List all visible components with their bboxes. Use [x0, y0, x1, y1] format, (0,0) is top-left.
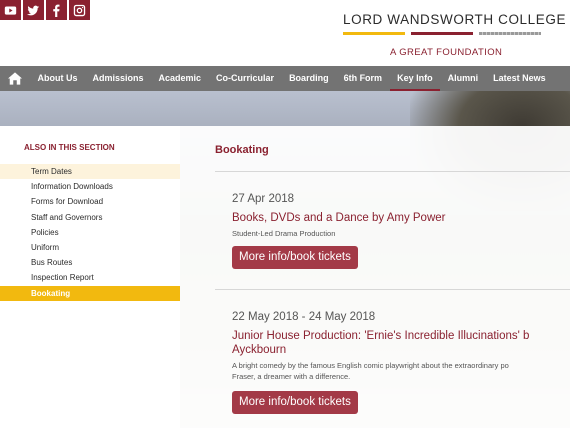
- event-divider: [215, 289, 570, 290]
- youtube-icon[interactable]: [0, 0, 21, 20]
- main-nav: About Us Admissions Academic Co-Curricul…: [0, 66, 570, 91]
- twitter-icon[interactable]: [23, 0, 44, 20]
- nav-item-boarding[interactable]: Boarding: [282, 66, 337, 91]
- sidebar-item-staff-and-governors[interactable]: Staff and Governors: [0, 209, 180, 225]
- sidebar-item-policies[interactable]: Policies: [0, 224, 180, 240]
- logo-bar-gold: [343, 32, 405, 35]
- logo-title: LORD WANDSWORTH COLLEGE: [343, 12, 567, 27]
- sidebar-item-forms-for-download[interactable]: Forms for Download: [0, 194, 180, 210]
- site-header: LORD WANDSWORTH COLLEGE A GREAT FOUNDATI…: [0, 0, 570, 66]
- college-logo[interactable]: LORD WANDSWORTH COLLEGE A GREAT FOUNDATI…: [343, 12, 567, 58]
- sidebar-item-inspection-report[interactable]: Inspection Report: [0, 270, 180, 286]
- event-date: 22 May 2018 - 24 May 2018: [232, 311, 376, 323]
- page-title: Bookating: [215, 144, 269, 156]
- logo-color-bars: [343, 32, 549, 35]
- event-date: 27 Apr 2018: [232, 193, 295, 205]
- event-description: A bright comedy by the famous English co…: [232, 361, 570, 382]
- event-title[interactable]: Junior House Production: 'Ernie's Incred…: [232, 329, 570, 357]
- nav-item-latest-news[interactable]: Latest News: [486, 66, 554, 91]
- logo-bar-maroon: [411, 32, 473, 35]
- event-description: Student-Led Drama Production: [232, 229, 336, 238]
- section-sidebar: ALSO IN THIS SECTION Term Dates Informat…: [0, 126, 180, 428]
- event-title-line2: Ayckbourn: [232, 344, 287, 356]
- nav-item-key-info[interactable]: Key Info: [389, 66, 441, 91]
- facebook-icon[interactable]: [46, 0, 67, 20]
- nav-item-admissions[interactable]: Admissions: [85, 66, 151, 91]
- event-card: 22 May 2018 - 24 May 2018 Junior House P…: [232, 311, 570, 414]
- logo-tagline: A GREAT FOUNDATION: [390, 47, 503, 58]
- sidebar-item-bus-routes[interactable]: Bus Routes: [0, 255, 180, 271]
- sidebar-item-uniform[interactable]: Uniform: [0, 239, 180, 256]
- nav-item-alumni[interactable]: Alumni: [440, 66, 486, 91]
- sidebar-item-bookating[interactable]: Bookating: [0, 285, 180, 301]
- event-description-line2: Fraser, a dreamer with a difference.: [232, 371, 351, 381]
- social-links: [0, 0, 90, 20]
- main-content: Bookating 27 Apr 2018 Books, DVDs and a …: [180, 126, 570, 428]
- more-info-button[interactable]: More info/book tickets: [232, 391, 358, 414]
- nav-item-about-us[interactable]: About Us: [30, 66, 85, 91]
- nav-item-6th-form[interactable]: 6th Form: [336, 66, 390, 91]
- event-card: 27 Apr 2018 Books, DVDs and a Dance by A…: [232, 193, 570, 269]
- home-icon[interactable]: [0, 66, 30, 91]
- instagram-icon[interactable]: [69, 0, 90, 20]
- event-title[interactable]: Books, DVDs and a Dance by Amy Power: [232, 211, 570, 225]
- event-title-line1: Junior House Production: 'Ernie's Incred…: [232, 330, 530, 342]
- sidebar-item-information-downloads[interactable]: Information Downloads: [0, 179, 180, 195]
- sidebar-item-term-dates[interactable]: Term Dates: [0, 164, 180, 180]
- sidebar-list: Term Dates Information Downloads Forms f…: [0, 164, 180, 301]
- logo-bar-grey: [479, 32, 541, 35]
- event-description-line1: A bright comedy by the famous English co…: [232, 361, 509, 370]
- title-divider: [215, 171, 570, 172]
- more-info-button[interactable]: More info/book tickets: [232, 245, 358, 269]
- nav-item-co-curricular[interactable]: Co-Curricular: [209, 66, 282, 91]
- sidebar-heading: ALSO IN THIS SECTION: [24, 143, 115, 152]
- nav-item-academic[interactable]: Academic: [151, 66, 209, 91]
